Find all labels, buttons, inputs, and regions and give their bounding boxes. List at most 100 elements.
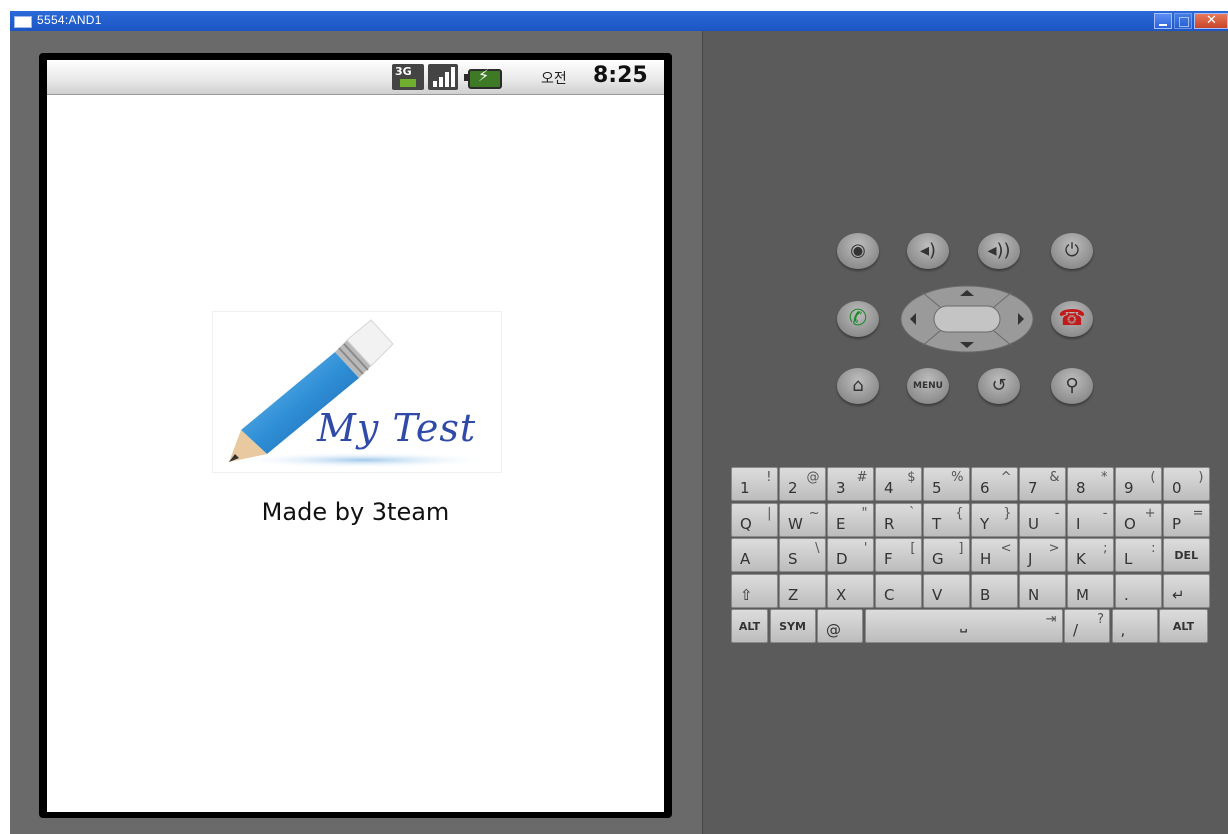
end-call-button[interactable]: ☎ [1051, 301, 1093, 337]
status-bar: 3G ⚡ 오전 8:25 [47, 60, 664, 95]
dpad-center-button[interactable] [933, 305, 1001, 333]
key-f[interactable]: F[ [875, 538, 922, 572]
key-8[interactable]: 8 * [1067, 467, 1114, 501]
key-alt-label: + [1144, 505, 1156, 521]
key-o[interactable]: O + [1115, 502, 1162, 537]
power-icon: ⏻ [1064, 240, 1080, 261]
key-3[interactable]: 3 # [827, 467, 874, 501]
menu-button[interactable]: MENU [907, 368, 949, 404]
key-label: B [980, 585, 991, 604]
key-s[interactable]: S \ [779, 538, 826, 572]
key-label: F [884, 550, 893, 568]
status-ampm: 오전 [541, 71, 567, 87]
key-label: @ [826, 621, 841, 639]
title-bar[interactable]: 5554:AND1 [10, 11, 1228, 31]
key-space[interactable]: ␣ ⇥ [864, 609, 1063, 643]
key-1[interactable]: 1! [731, 467, 778, 501]
key-alt-label: # [856, 470, 868, 485]
maximize-button[interactable] [1174, 13, 1192, 29]
home-button[interactable]: ⌂ [837, 368, 879, 404]
key-alt-label: ? [1097, 612, 1104, 627]
key-enter[interactable]: ↵ [1163, 573, 1210, 608]
back-button[interactable]: ↺ [978, 368, 1020, 404]
key-comma[interactable]: , [1111, 609, 1158, 643]
hardware-keyboard: 1! 2 @3 #4 $5% 6 ^ 7 & 8 * 9(0) Q | W ~ E " R ` T{Y} U - I - O + P =… [731, 467, 1210, 643]
key-x[interactable]: X [827, 573, 874, 608]
key-label: Q [740, 514, 752, 533]
key-alt-label: " [861, 505, 868, 521]
key-u[interactable]: U- [1019, 502, 1066, 537]
key-period[interactable]: . [1115, 573, 1162, 608]
key-alt-label: - [1102, 505, 1108, 521]
battery-charging-icon: ⚡ [464, 64, 502, 90]
key-0[interactable]: 0) [1163, 467, 1210, 501]
key-alt-left[interactable]: ALT [731, 609, 768, 643]
key-label: 7 [1028, 479, 1038, 497]
key-alt-label: - [1054, 505, 1060, 521]
key-i[interactable]: I- [1067, 502, 1114, 537]
power-button[interactable]: ⏻ [1051, 233, 1093, 269]
key-e[interactable]: E " [827, 502, 874, 537]
key-label: 9 [1124, 479, 1134, 497]
volume-down-button[interactable]: ◂) [907, 233, 949, 269]
key-m[interactable]: M [1067, 573, 1114, 608]
key-p[interactable]: P = [1163, 502, 1210, 537]
key-del[interactable]: DEL [1163, 538, 1210, 572]
key-sym[interactable]: SYM [769, 609, 816, 643]
key-a[interactable]: A [731, 538, 778, 572]
key-label: , [1120, 621, 1126, 639]
key-2[interactable]: 2 @ [779, 467, 826, 501]
call-button[interactable]: ✆ [837, 301, 879, 337]
key-b[interactable]: B [971, 573, 1018, 608]
key-v[interactable]: V [923, 573, 970, 608]
key-r[interactable]: R ` [875, 502, 922, 537]
key-label: 4 [884, 479, 894, 497]
key-alt-label: @ [806, 470, 820, 485]
key-w[interactable]: W ~ [779, 502, 826, 537]
menu-label: MENU [913, 381, 943, 391]
device-screen[interactable]: 3G ⚡ 오전 8:25 My Test Made by 3team [47, 60, 664, 812]
key-9[interactable]: 9( [1115, 467, 1162, 501]
dpad[interactable] [898, 284, 1036, 354]
key-y[interactable]: Y} [971, 502, 1018, 537]
key-q[interactable]: Q | [731, 502, 778, 537]
key-at[interactable]: @ [817, 609, 863, 643]
key-l[interactable]: L: [1115, 538, 1162, 572]
camera-button[interactable]: ◉ [837, 233, 879, 269]
key-4[interactable]: 4 $ [875, 467, 922, 501]
key-6[interactable]: 6 ^ [971, 467, 1018, 501]
key-5[interactable]: 5% [923, 467, 970, 501]
key-alt-label: = [1192, 505, 1204, 521]
key-slash[interactable]: /? [1064, 609, 1110, 643]
key-c[interactable]: C [875, 573, 922, 608]
key-z[interactable]: Z [779, 573, 826, 608]
volume-up-button[interactable]: ◂)) [978, 233, 1020, 269]
window-title: 5554:AND1 [37, 13, 102, 27]
key-shift[interactable]: ⇧ [731, 573, 778, 608]
back-icon: ↺ [991, 375, 1007, 396]
key-alt-right[interactable]: ALT [1159, 609, 1208, 643]
key-j[interactable]: J > [1019, 538, 1066, 572]
key-label: M [1076, 585, 1089, 604]
key-alt-label: < [1000, 541, 1012, 556]
key-alt-label: ^ [1000, 470, 1012, 485]
key-g[interactable]: G] [923, 538, 970, 572]
key-label: 3 [836, 479, 846, 497]
minimize-button[interactable] [1154, 13, 1172, 29]
key-h[interactable]: H < [971, 538, 1018, 572]
key-d[interactable]: D ' [827, 538, 874, 572]
key-label: 5 [932, 479, 942, 497]
close-button[interactable] [1194, 13, 1228, 29]
key-7[interactable]: 7 & [1019, 467, 1066, 501]
search-button[interactable]: ⚲ [1051, 368, 1093, 404]
emulator-window: 5554:AND1 3G ⚡ 오전 8:25 [0, 0, 1228, 834]
key-alt-label: ~ [808, 505, 820, 521]
key-label: ↵ [1172, 585, 1185, 604]
key-k[interactable]: K; [1067, 538, 1114, 572]
key-alt-label: ! [766, 470, 772, 485]
key-label: 1 [740, 479, 750, 497]
key-n[interactable]: N [1019, 573, 1066, 608]
key-alt-label: ] [958, 541, 964, 556]
volume-down-icon: ◂) [919, 240, 937, 261]
key-t[interactable]: T{ [923, 502, 970, 537]
